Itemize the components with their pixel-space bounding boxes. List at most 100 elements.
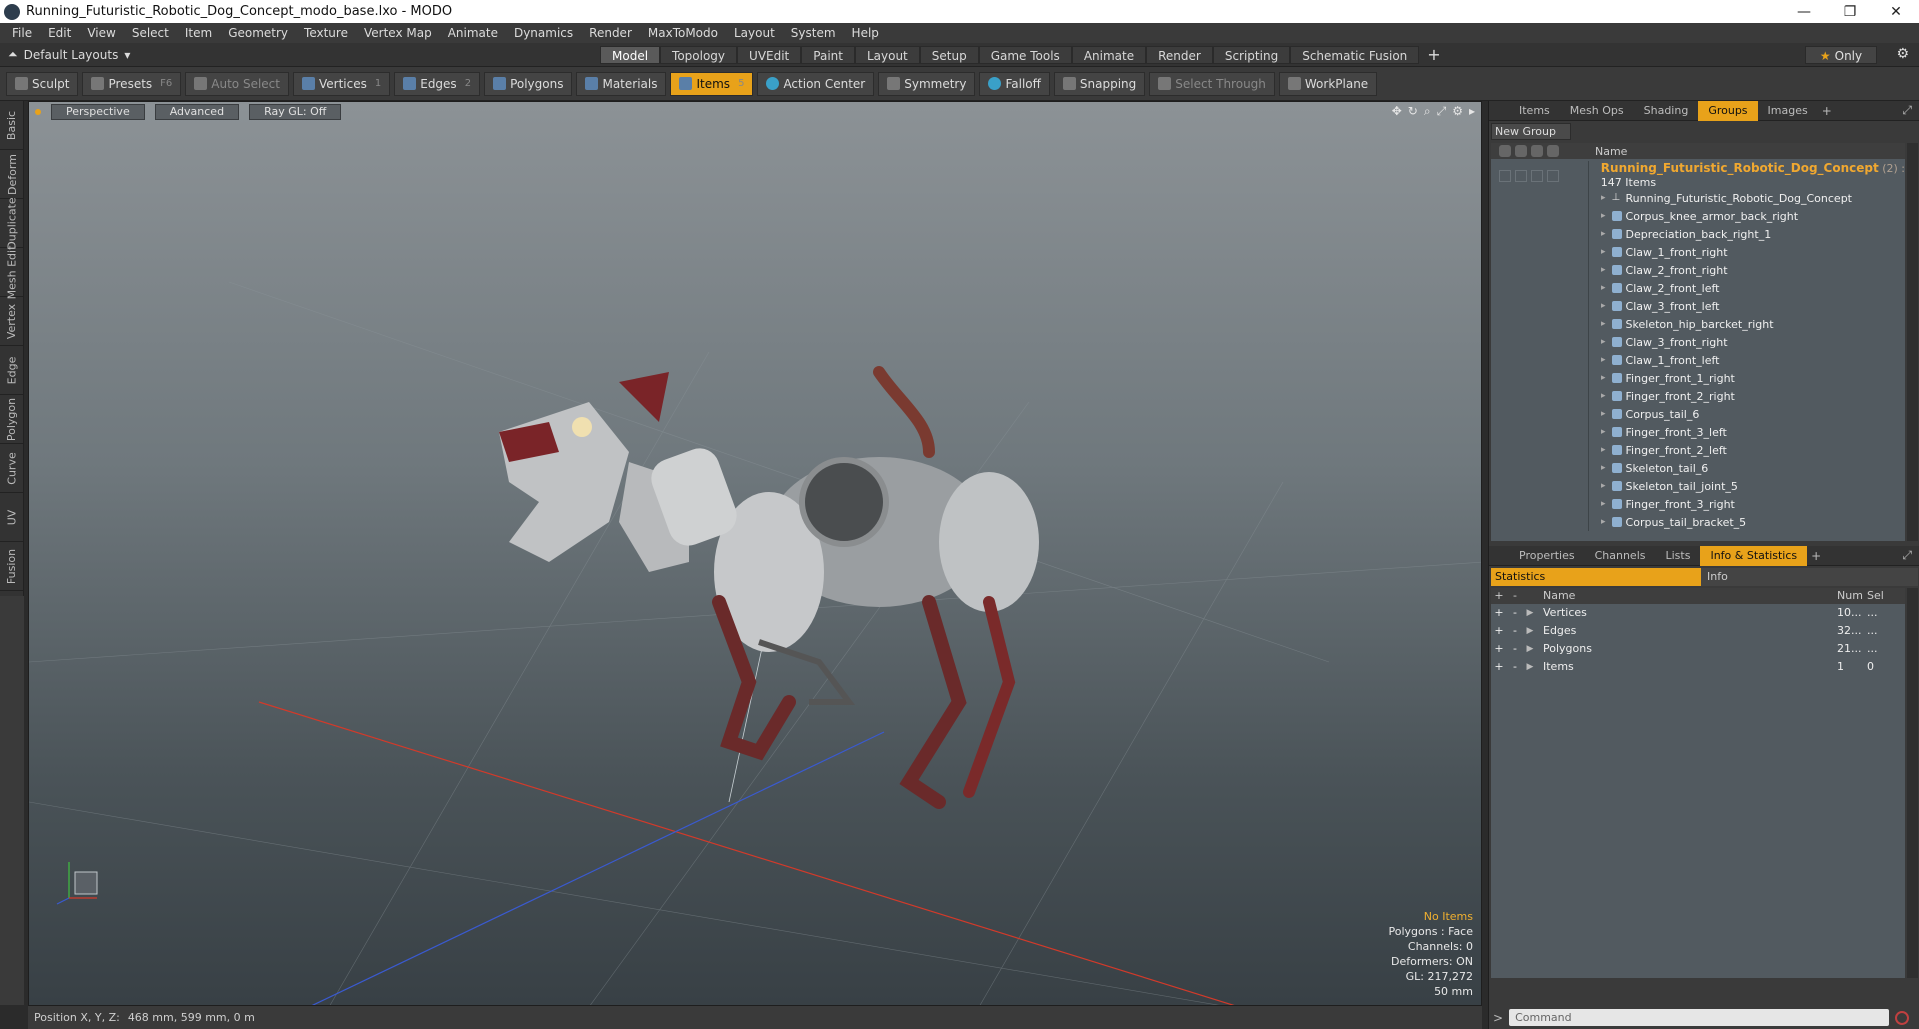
tab-animate[interactable]: Animate (1071, 45, 1147, 64)
action-center-button[interactable]: Action Center (757, 71, 875, 96)
tree-item-row[interactable]: ▸ Claw_3_front_left (1491, 297, 1905, 315)
tree-item-row[interactable]: ▸ ⊥ Running_Futuristic_Robotic_Dog_Concept (1491, 189, 1905, 207)
expand-arrow-icon[interactable]: ▸ (1601, 301, 1606, 311)
menu-render[interactable]: Render (581, 26, 640, 40)
select-icon[interactable] (1547, 145, 1559, 157)
tree-item-row[interactable]: ▸ Skeleton_tail_6 (1491, 459, 1905, 477)
tab-game-tools[interactable]: Game Tools (978, 45, 1072, 64)
expand-arrow-icon[interactable]: ▸ (1601, 517, 1606, 527)
tab-schematic-fusion[interactable]: Schematic Fusion (1290, 45, 1420, 64)
tab-topology[interactable]: Topology (660, 45, 738, 64)
presets-button[interactable]: Presets F6 (82, 71, 182, 96)
minimize-button[interactable]: — (1781, 0, 1827, 23)
tab-paint[interactable]: Paint (801, 45, 855, 64)
stats-row[interactable]: + - ▶ Polygons 21...... (1491, 640, 1905, 658)
view-mode-button[interactable]: Perspective (51, 104, 145, 120)
expand-arrow-icon[interactable]: ▸ (1601, 499, 1606, 509)
lock-toggle[interactable] (1531, 170, 1543, 182)
eye-toggle[interactable] (1499, 170, 1511, 182)
tree-item-row[interactable]: ▸ Finger_front_2_right (1491, 387, 1905, 405)
edges-button[interactable]: Edges 2 (394, 71, 481, 96)
remove-icon[interactable]: - (1507, 658, 1523, 676)
tree-item-row[interactable]: ▸ Finger_front_3_right (1491, 495, 1905, 513)
render-icon[interactable] (1515, 145, 1527, 157)
menu-edit[interactable]: Edit (40, 26, 79, 40)
zoom-icon[interactable]: ⌕ (1424, 104, 1431, 119)
expand-arrow-icon[interactable]: ▸ (1601, 445, 1606, 455)
snapping-button[interactable]: Snapping (1053, 71, 1146, 96)
expand-panel-icon[interactable]: ⤢ (1902, 103, 1912, 118)
tree-item-row[interactable]: ▸ Corpus_knee_armor_back_right (1491, 207, 1905, 225)
tree-scrollbar[interactable] (1907, 143, 1918, 541)
shading-button[interactable]: Advanced (154, 104, 240, 120)
expand-arrow-icon[interactable]: ▸ (1601, 409, 1606, 419)
menu-texture[interactable]: Texture (296, 26, 356, 40)
tree-item-row[interactable]: ▸ Finger_front_3_left (1491, 423, 1905, 441)
add-icon[interactable]: + (1491, 640, 1507, 658)
remove-icon[interactable]: - (1507, 604, 1523, 622)
expand-arrow-icon[interactable]: ▸ (1601, 391, 1606, 401)
stats-row[interactable]: + - ▶ Items 1 0 (1491, 658, 1905, 676)
command-input[interactable]: Command (1509, 1009, 1890, 1026)
expand-arrow-icon[interactable]: ▸ (1601, 337, 1606, 347)
remove-icon[interactable]: - (1507, 622, 1523, 640)
menu-geometry[interactable]: Geometry (220, 26, 296, 40)
group-row[interactable]: Running_Futuristic_Robotic_Dog_Concept (… (1491, 159, 1905, 191)
polygons-button[interactable]: Polygons (484, 71, 573, 96)
menu-file[interactable]: File (4, 26, 40, 40)
3d-viewport[interactable]: Perspective Advanced Ray GL: Off ✥ ↻ ⌕ ⤢… (28, 101, 1482, 1006)
viewport-options-icon[interactable] (35, 109, 41, 115)
left-tab-polygon[interactable]: Polygon (0, 395, 24, 444)
gear-icon[interactable]: ⚙ (1896, 46, 1909, 62)
add-tab-button[interactable]: + (1427, 45, 1440, 64)
tab-scripting[interactable]: Scripting (1212, 45, 1291, 64)
tree-item-row[interactable]: ▸ Corpus_tail_6 (1491, 405, 1905, 423)
tree-item-row[interactable]: ▸ Claw_1_front_right (1491, 243, 1905, 261)
expand-arrow-icon[interactable]: ▸ (1601, 211, 1606, 221)
left-tab-fusion[interactable]: Fusion (0, 542, 24, 591)
expand-arrow-icon[interactable]: ▶ (1523, 658, 1537, 676)
workplane-button[interactable]: WorkPlane (1278, 71, 1378, 96)
left-tab-mesh-edit[interactable]: Mesh Edit (0, 245, 24, 299)
tab-channels[interactable]: Channels (1585, 546, 1656, 566)
materials-button[interactable]: Materials (576, 71, 667, 96)
vertices-button[interactable]: Vertices 1 (292, 71, 391, 96)
statistics-tab[interactable]: Statistics (1491, 568, 1701, 586)
expand-arrow-icon[interactable]: ▶ (1523, 640, 1537, 658)
tree-item-row[interactable]: ▸ Skeleton_hip_barcket_right (1491, 315, 1905, 333)
stats-scrollbar[interactable] (1907, 588, 1918, 978)
expand-arrow-icon[interactable]: ▸ (1601, 463, 1606, 473)
symmetry-button[interactable]: Symmetry (878, 71, 976, 96)
add-icon[interactable]: + (1491, 604, 1507, 622)
lock-icon[interactable] (1531, 145, 1543, 157)
expand-arrow-icon[interactable]: ▸ (1601, 283, 1606, 293)
add-icon[interactable]: + (1491, 622, 1507, 640)
raygl-button[interactable]: Ray GL: Off (249, 104, 342, 120)
expand-icon[interactable]: ▸ (1469, 104, 1475, 119)
tab-shading[interactable]: Shading (1634, 101, 1699, 121)
remove-icon[interactable]: - (1507, 640, 1523, 658)
expand-arrow-icon[interactable]: ▸ (1601, 355, 1606, 365)
tab-items[interactable]: Items (1509, 101, 1560, 121)
menu-maxtomodo[interactable]: MaxToModo (640, 26, 726, 40)
render-toggle[interactable] (1515, 170, 1527, 182)
tree-item-row[interactable]: ▸ Claw_2_front_left (1491, 279, 1905, 297)
expand-arrow-icon[interactable]: ▸ (1601, 247, 1606, 257)
left-tab-basic[interactable]: Basic (0, 101, 24, 150)
add-icon[interactable]: + (1491, 588, 1507, 604)
left-tab-curve[interactable]: Curve (0, 444, 24, 493)
tree-item-row[interactable]: ▸ Finger_front_1_right (1491, 369, 1905, 387)
sculpt-button[interactable]: Sculpt (6, 71, 79, 96)
tab-mesh-ops[interactable]: Mesh Ops (1560, 101, 1634, 121)
menu-select[interactable]: Select (124, 26, 177, 40)
tree-item-row[interactable]: ▸ Claw_1_front_left (1491, 351, 1905, 369)
menu-dynamics[interactable]: Dynamics (506, 26, 581, 40)
menu-system[interactable]: System (783, 26, 844, 40)
expand-arrow-icon[interactable]: ▶ (1523, 622, 1537, 640)
add-panel-tab-button[interactable]: + (1811, 549, 1821, 563)
expand-arrow-icon[interactable]: ▶ (1523, 604, 1537, 622)
robotic-dog-model[interactable] (499, 366, 1039, 809)
tree-item-row[interactable]: ▸ Finger_front_2_left (1491, 441, 1905, 459)
left-tab-edge[interactable]: Edge (0, 346, 24, 395)
tab-setup[interactable]: Setup (919, 45, 979, 64)
